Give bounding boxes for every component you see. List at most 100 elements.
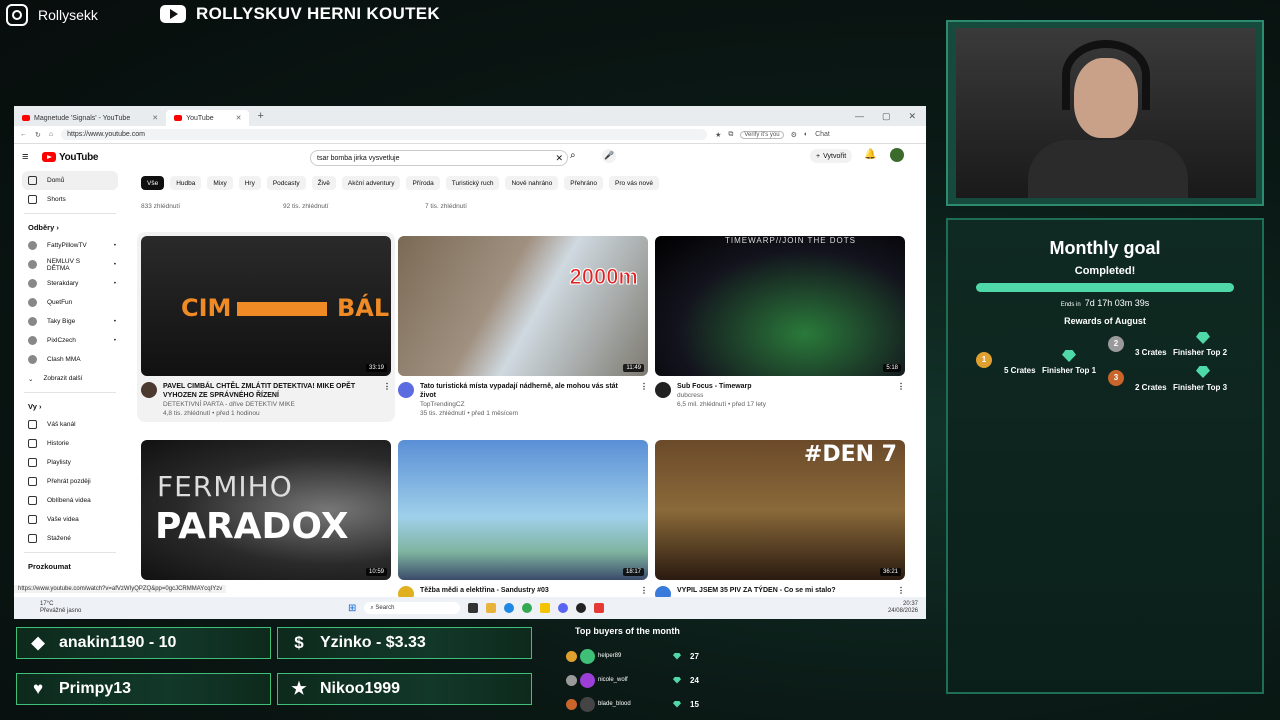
settings-icon[interactable]: ⚙ — [791, 131, 797, 139]
sidebar-item-sub[interactable]: Clash MMA — [14, 350, 126, 369]
video-card[interactable]: CIM BÁL 33:19 PAVEL CIMBÁL CHTĚL ZMLÁTIT… — [137, 232, 395, 422]
chrome-icon[interactable] — [522, 603, 533, 613]
video-thumbnail[interactable]: FERMIHO PARADOX 10:59 — [141, 440, 391, 580]
channel-name[interactable]: TopTrendingCZ — [420, 400, 634, 409]
video-thumbnail[interactable]: CIM BÁL 33:19 — [141, 236, 391, 376]
maximize-icon[interactable]: ▢ — [882, 111, 891, 122]
you-heading[interactable]: Vy › — [14, 397, 126, 415]
channel-avatar[interactable] — [141, 382, 157, 398]
sidebar-item-downloads[interactable]: Stažené — [14, 529, 126, 548]
sidebar-item-history[interactable]: Historie — [14, 434, 126, 453]
app-icon[interactable] — [540, 603, 551, 613]
chip[interactable]: Pro vás nové — [609, 176, 659, 190]
obs-icon[interactable] — [576, 603, 587, 613]
weather-widget[interactable]: 17°C Převážně jasno — [14, 601, 81, 615]
video-title[interactable]: Těžba mědi a elektřina - Sandustry #03 — [420, 586, 549, 595]
new-tab-button[interactable]: + — [249, 110, 271, 122]
account-avatar[interactable] — [890, 148, 904, 162]
avatar — [580, 672, 595, 688]
chip[interactable]: Podcasty — [266, 176, 306, 190]
more-options-icon[interactable]: ⋮ — [640, 382, 648, 418]
chip[interactable]: Hudba — [170, 176, 202, 190]
channel-name[interactable]: dubcress — [677, 391, 766, 400]
video-card[interactable]: TIMEWARP//JOIN THE DOTS 5:18 Sub Focus -… — [655, 236, 905, 409]
menu-icon[interactable]: ≡ — [22, 151, 32, 163]
sidebar-show-more[interactable]: ⌄ Zobrazit další — [14, 369, 126, 388]
video-card[interactable]: FERMIHO PARADOX 10:59 ...ve vesmíru sami… — [141, 440, 391, 595]
sidebar-item-your-channel[interactable]: Váš kanál — [14, 415, 126, 434]
window-controls: — ▢ ✕ — [855, 111, 926, 122]
minimize-icon[interactable]: — — [855, 111, 864, 122]
sidebar-item-sub[interactable]: NEMLUV S DĚTMA • — [14, 255, 126, 274]
subscriptions-heading[interactable]: Odběry › — [14, 218, 126, 236]
sidebar-item-playlists[interactable]: Playlisty — [14, 453, 126, 472]
sidebar-item-sub[interactable]: QuetFun — [14, 293, 126, 312]
sidebar-item-liked[interactable]: Oblíbená videa — [14, 491, 126, 510]
sidebar-item-shorts[interactable]: Shorts — [14, 190, 126, 209]
clear-search-icon[interactable]: ✕ — [555, 153, 563, 164]
sidebar-item-sub[interactable]: FattyPillowTV • — [14, 236, 126, 255]
file-explorer-icon[interactable] — [486, 603, 497, 613]
sidebar-item-sub[interactable]: PixlCzech • — [14, 331, 126, 350]
reload-icon[interactable]: ↻ — [35, 131, 41, 139]
sidebar-item-home[interactable]: Domů — [22, 171, 118, 190]
terminal-icon[interactable] — [468, 603, 479, 613]
discord-icon[interactable] — [558, 603, 569, 613]
chip[interactable]: Hry — [238, 176, 261, 190]
chip[interactable]: Turistický ruch — [445, 176, 500, 190]
taskbar-search[interactable]: ⌕ Search — [364, 602, 461, 614]
search-input[interactable]: tsar bomba jirka vysvetluje ✕ — [310, 150, 568, 166]
verify-button[interactable]: Verify it's you — [740, 130, 784, 139]
create-button[interactable]: + Vytvořit — [810, 149, 853, 163]
close-tab-icon[interactable]: ✕ — [236, 114, 242, 122]
edge-icon[interactable] — [504, 603, 515, 613]
channel-name[interactable]: DETEKTIVNÍ PARTA - dříve DETEKTIV MIKE — [163, 400, 377, 409]
chip[interactable]: Nově nahráno — [505, 176, 559, 190]
chip[interactable]: Vše — [141, 176, 165, 190]
search-icon[interactable]: ⌕ — [570, 150, 576, 161]
duration-badge: 5:18 — [883, 364, 901, 372]
back-icon[interactable]: ← — [20, 131, 27, 138]
copilot-icon[interactable]: ◐ — [804, 131, 808, 138]
chip[interactable]: Příroda — [406, 176, 440, 190]
bookmark-star-icon[interactable]: ★ — [715, 131, 721, 139]
chip[interactable]: Živě — [311, 176, 336, 190]
notifications-bell-icon[interactable]: 🔔 — [864, 149, 876, 160]
video-thumbnail[interactable]: #DEN 7 36:21 — [655, 440, 905, 580]
url-field[interactable]: https://www.youtube.com — [61, 129, 708, 140]
video-card[interactable]: #DEN 7 36:21 VYPIL JSEM 35 PIV ZA TÝDEN … — [655, 440, 905, 602]
extensions-icon[interactable]: ⧉ — [728, 131, 733, 139]
video-card[interactable]: 2000m 11:49 Tato turistická místa vypada… — [398, 236, 648, 418]
chip[interactable]: Mixy — [207, 176, 233, 190]
microphone-icon[interactable]: 🎤 — [602, 149, 616, 163]
video-title[interactable]: VYPIL JSEM 35 PIV ZA TÝDEN - Co se mi st… — [677, 586, 836, 595]
sidebar-item-watch-later[interactable]: Přehrát později — [14, 472, 126, 491]
tab-magnetude[interactable]: Magnetude 'Signals' - YouTube ✕ — [14, 110, 167, 126]
home-icon[interactable]: ⌂ — [49, 131, 53, 138]
app-icon[interactable] — [594, 603, 605, 613]
close-window-icon[interactable]: ✕ — [908, 111, 916, 122]
more-options-icon[interactable]: ⋮ — [897, 382, 905, 409]
video-thumbnail[interactable]: 18:17 — [398, 440, 648, 580]
video-title[interactable]: PAVEL CIMBÁL CHTĚL ZMLÁTIT DETEKTIVA! MI… — [163, 382, 377, 400]
tip-alert: ★ Nikoo1999 — [277, 673, 532, 705]
channel-avatar[interactable] — [398, 382, 414, 398]
sidebar-item-your-videos[interactable]: Vaše videa — [14, 510, 126, 529]
clock[interactable]: 20:37 24/08/2026 — [888, 601, 918, 615]
video-thumbnail[interactable]: TIMEWARP//JOIN THE DOTS 5:18 — [655, 236, 905, 376]
windows-start-icon[interactable]: ⊞ — [348, 603, 356, 614]
chip[interactable]: Akční adventury — [341, 176, 401, 190]
more-options-icon[interactable]: ⋮ — [383, 382, 391, 418]
channel-avatar[interactable] — [655, 382, 671, 398]
chip[interactable]: Přehráno — [564, 176, 604, 190]
chat-button[interactable]: Chat — [815, 131, 830, 138]
youtube-logo[interactable]: YouTube — [42, 152, 99, 163]
close-tab-icon[interactable]: ✕ — [152, 114, 158, 122]
video-thumbnail[interactable]: 2000m 11:49 — [398, 236, 648, 376]
sidebar-item-sub[interactable]: Taky Bige • — [14, 312, 126, 331]
video-title[interactable]: Sub Focus - Timewarp — [677, 382, 766, 391]
tab-youtube[interactable]: YouTube ✕ — [166, 110, 250, 126]
sidebar-item-sub[interactable]: Sterakdary • — [14, 274, 126, 293]
video-title[interactable]: Tato turistická místa vypadají nádherně,… — [420, 382, 634, 400]
video-card[interactable]: 18:17 Těžba mědi a elektřina - Sandustry… — [398, 440, 648, 602]
